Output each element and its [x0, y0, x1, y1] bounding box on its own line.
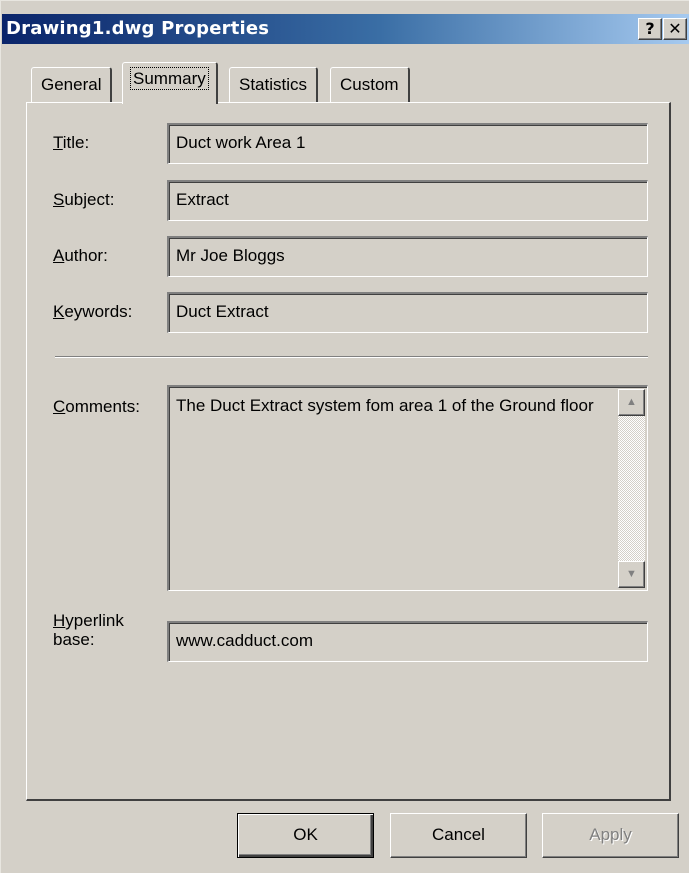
author-label: Author:	[53, 246, 108, 265]
hyperlink-base-field[interactable]: www.cadduct.com	[167, 621, 648, 662]
subject-field[interactable]: Extract	[167, 180, 648, 221]
scroll-up-arrow-icon[interactable]: ▲	[618, 389, 645, 416]
tab-custom[interactable]: Custom	[330, 67, 410, 102]
help-button[interactable]: ?	[638, 18, 662, 40]
comments-text: The Duct Extract system fom area 1 of th…	[176, 396, 594, 415]
window-title: Drawing1.dwg Properties	[6, 18, 270, 39]
title-bar[interactable]: Drawing1.dwg Properties ? ✕	[2, 14, 689, 44]
subject-label: Subject:	[53, 190, 115, 209]
tab-summary[interactable]: Summary	[122, 62, 218, 104]
tab-statistics-label: Statistics	[239, 75, 308, 94]
properties-dialog: Drawing1.dwg Properties ? ✕ General Summ…	[0, 0, 689, 873]
divider	[55, 356, 648, 358]
hyperlink-base-label: Hyperlink base:	[53, 611, 124, 649]
comments-textarea[interactable]: The Duct Extract system fom area 1 of th…	[167, 385, 648, 591]
tab-general[interactable]: General	[31, 67, 113, 102]
keywords-label: Keywords:	[53, 302, 133, 321]
comments-label: Comments:	[53, 397, 140, 416]
tab-custom-label: Custom	[340, 75, 399, 94]
title-label: Title:	[53, 133, 90, 152]
author-field[interactable]: Mr Joe Bloggs	[167, 236, 648, 277]
comments-scrollbar[interactable]: ▲ ▼	[618, 389, 645, 588]
scroll-down-arrow-icon[interactable]: ▼	[618, 561, 645, 588]
ok-button[interactable]: OK	[237, 813, 374, 858]
title-field[interactable]: Duct work Area 1	[167, 123, 648, 164]
tab-statistics[interactable]: Statistics	[229, 67, 319, 102]
apply-button[interactable]: Apply	[542, 813, 679, 858]
close-button[interactable]: ✕	[663, 18, 687, 40]
keywords-field[interactable]: Duct Extract	[167, 292, 648, 333]
tab-general-label: General	[41, 75, 102, 94]
cancel-button[interactable]: Cancel	[390, 813, 527, 858]
tab-summary-label: Summary	[130, 67, 209, 90]
